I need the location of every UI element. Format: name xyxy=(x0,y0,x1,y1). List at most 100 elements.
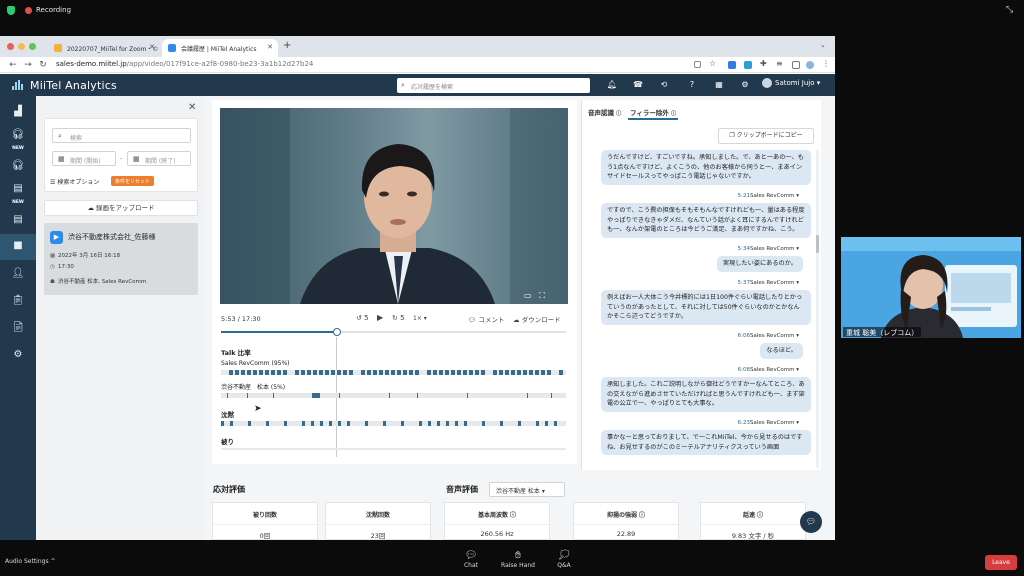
exit-fullscreen-icon[interactable]: ⤡ xyxy=(1006,5,1016,15)
upload-recording-button[interactable]: ☁ 録画をアップロード xyxy=(44,200,198,216)
rail-document-icon[interactable]: 📄︎ xyxy=(0,316,36,342)
track-segment xyxy=(463,370,467,375)
reload-icon[interactable]: ↻ xyxy=(37,59,49,71)
speaker1-talk-track[interactable] xyxy=(221,370,566,375)
search-options-button[interactable]: ☰ 検索オプション xyxy=(50,177,99,186)
speaker1-label: Sales RevComm (95%) xyxy=(221,360,290,367)
transcript-message[interactable]: 例えばお一人大体こう今井標的には1日100件ぐらい電話したりとかっていうのがあっ… xyxy=(601,290,811,325)
window-maximize-button[interactable] xyxy=(29,43,36,50)
fullscreen-icon[interactable]: ⛶ xyxy=(539,291,545,300)
history-search-placeholder: 応対履歴を検索 xyxy=(411,84,454,91)
transcript-scroll-thumb[interactable] xyxy=(816,235,819,253)
playback-speed-select[interactable]: 1× ▾ xyxy=(413,315,427,322)
tab-filler-excluded[interactable]: フィラー除外 ⓘ xyxy=(630,107,676,117)
track-segment xyxy=(227,393,228,398)
tab-list-chevron-icon[interactable]: ⌄ xyxy=(820,41,826,49)
browser-tab[interactable]: 20220707_MiiTel for Zoom・© ✕ xyxy=(48,39,160,57)
browser-tab-bar: 20220707_MiiTel for Zoom・© ✕ 会議履歴 | MiiT… xyxy=(0,36,835,57)
date-end-field[interactable]: ▦ 期間 (終了) xyxy=(127,151,191,166)
extension-icon[interactable] xyxy=(744,61,752,69)
calendar-icon: ▦ xyxy=(58,155,65,163)
speaker2-talk-track[interactable] xyxy=(221,393,566,398)
apps-grid-icon[interactable]: ▦ xyxy=(706,77,732,93)
reset-filters-button[interactable]: 条件をリセット xyxy=(111,176,155,186)
bookmark-star-icon[interactable]: ☆ xyxy=(709,59,716,68)
copy-to-clipboard-button[interactable]: ❐ クリップボードにコピー xyxy=(718,128,814,144)
chat-button[interactable]: 💬︎ Chat xyxy=(451,550,491,569)
transcript-scrollbar[interactable] xyxy=(816,150,819,468)
forward-arrow-icon[interactable]: → xyxy=(22,59,34,71)
track-segment xyxy=(401,421,404,426)
close-tab-icon[interactable]: ✕ xyxy=(267,43,273,51)
track-segment xyxy=(469,370,473,375)
rail-headset-icon[interactable]: 🎧︎ xyxy=(0,154,36,180)
silence-track[interactable] xyxy=(221,421,566,426)
track-segment xyxy=(347,421,350,426)
comment-button[interactable]: 💬︎ コメント xyxy=(468,314,504,324)
participant-name: 重城 聡美（レブコム） xyxy=(843,327,922,337)
history-icon[interactable]: ⟲ xyxy=(651,77,677,93)
rail-video-icon[interactable]: ■ xyxy=(0,234,36,260)
help-icon[interactable]: ? xyxy=(679,77,705,93)
browser-menu-icon[interactable]: ⋮ xyxy=(822,59,830,68)
picture-in-picture-icon[interactable]: ▭ xyxy=(524,291,532,300)
history-search-input[interactable]: ⌕ 応対履歴を検索 xyxy=(397,78,590,93)
overlap-title: 被り xyxy=(221,438,234,446)
rail-table-new-icon[interactable]: ▤ NEW xyxy=(0,180,36,206)
track-segment xyxy=(338,421,341,426)
forward-5-button[interactable]: ↻ 5 xyxy=(392,314,405,322)
rail-dashboard-icon[interactable]: ▟ xyxy=(0,100,36,126)
url-field[interactable]: sales-demo.miitel.jp/app/video/017f91ce-… xyxy=(56,60,313,68)
transcript-message[interactable]: 実現したい姿にあるのか。 xyxy=(716,256,803,272)
rewind-5-button[interactable]: ↺ 5 xyxy=(356,314,369,322)
window-close-button[interactable] xyxy=(7,43,14,50)
rail-table-icon[interactable]: ▤ xyxy=(0,208,36,234)
settings-gear-icon[interactable]: ⚙ xyxy=(732,77,758,93)
rail-headset-new-icon[interactable]: 🎧︎ NEW xyxy=(0,126,36,152)
window-minimize-button[interactable] xyxy=(18,43,25,50)
track-segment xyxy=(437,421,440,426)
track-segment xyxy=(527,393,528,398)
transcript-message[interactable]: ですので、こう費の担保もそもそもんなですけれども一、量はある程度やっぱりできなき… xyxy=(601,203,811,238)
sidebar-search-input[interactable]: ⌕ 検索 xyxy=(52,128,191,143)
side-panel-icon[interactable] xyxy=(792,61,800,69)
download-button[interactable]: ☁ ダウンロード xyxy=(513,314,561,324)
audio-settings-button[interactable]: Audio Settings ^ xyxy=(5,558,56,565)
date-start-field[interactable]: ▦ 期間 (開始) xyxy=(52,151,116,166)
leave-button[interactable]: Leave xyxy=(985,555,1017,570)
close-icon[interactable]: ✕ xyxy=(188,102,196,113)
phone-icon[interactable]: ☎ xyxy=(625,77,651,93)
speaker-select[interactable]: 渋谷不動産 松本 ▾ xyxy=(489,482,565,497)
transcript-message[interactable]: 事かなーと思っておりまして、で一これMiiTel、今から見せるのはですね、お見せ… xyxy=(601,430,811,455)
notification-bell-icon[interactable]: 🔔︎ xyxy=(599,77,625,93)
video-player[interactable] xyxy=(220,108,568,304)
chat-support-button[interactable]: 💬︎ xyxy=(800,511,822,533)
tab-voice-recognition[interactable]: 音声認識 ⓘ xyxy=(588,107,621,117)
back-arrow-icon[interactable]: ← xyxy=(7,59,19,71)
rail-contact-icon[interactable]: 👤︎ xyxy=(0,262,36,288)
play-icon[interactable]: ▶ xyxy=(377,313,383,322)
reading-list-icon[interactable]: ≡ xyxy=(776,59,783,68)
share-icon[interactable] xyxy=(694,61,701,68)
participant-video-tile[interactable] xyxy=(841,237,1021,338)
url-host: sales-demo.miitel.jp xyxy=(56,60,127,68)
profile-avatar[interactable] xyxy=(806,61,814,69)
qa-button[interactable]: 💭︎ Q&A xyxy=(544,550,584,569)
rail-clipboard-icon[interactable]: 📋︎ xyxy=(0,289,36,315)
transcript-message[interactable]: うだんですけど、すごいですね。承知しました。で、あと一あの一、もう1点なんですけ… xyxy=(601,150,811,185)
track-segment xyxy=(467,393,468,398)
close-tab-icon[interactable]: ✕ xyxy=(149,43,155,51)
track-segment xyxy=(325,370,329,375)
browser-tab-active[interactable]: 会議履歴 | MiiTel Analytics ✕ xyxy=(162,39,278,57)
transcript-message[interactable]: なるほど。 xyxy=(760,343,803,359)
track-segment xyxy=(283,370,287,375)
raise-hand-button[interactable]: ✋︎ Raise Hand xyxy=(498,550,538,569)
extension-icon[interactable] xyxy=(728,61,736,69)
user-menu[interactable]: Satomi Jujo ▾ xyxy=(762,78,820,88)
extensions-puzzle-icon[interactable]: ✚ xyxy=(760,59,767,68)
message-timestamp: 6:08Sales RevComm ▾ xyxy=(737,367,799,373)
new-tab-button[interactable]: + xyxy=(283,40,291,51)
rail-user-settings-icon[interactable]: ⚙ xyxy=(0,343,36,369)
transcript-message[interactable]: 承知しました。これご説明しながら御社どうですかーなんてところ、あの交えながら進め… xyxy=(601,377,811,412)
overlap-track[interactable] xyxy=(221,448,566,450)
